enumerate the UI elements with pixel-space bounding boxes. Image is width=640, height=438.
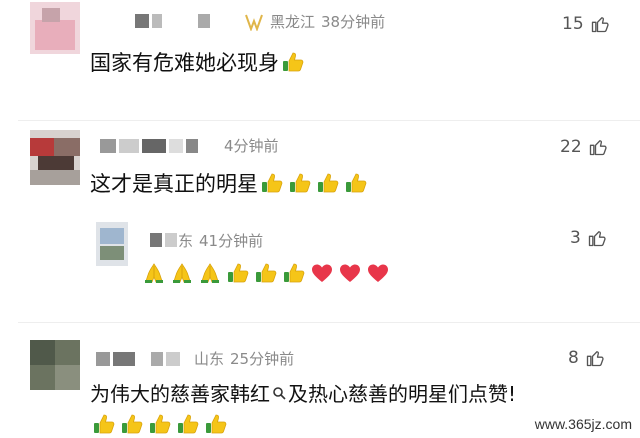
comment-meta: 东 41分钟前	[178, 230, 263, 251]
comment-1: 黑龙江 38分钟前 15 国家有危难她必现身	[0, 0, 640, 110]
like-button[interactable]: 8	[568, 348, 605, 368]
emoji-row	[142, 261, 390, 285]
timestamp: 4分钟前	[224, 137, 279, 155]
red-heart-icon	[338, 261, 362, 285]
thumbs-up-outline-icon	[586, 351, 604, 367]
thumbs-up-icon	[176, 412, 200, 436]
thumbs-up-outline-icon	[588, 231, 606, 247]
avatar[interactable]	[30, 130, 80, 185]
praying-hands-icon	[142, 261, 166, 285]
thumbs-up-icon	[204, 412, 228, 436]
thumbs-up-icon	[316, 171, 340, 195]
like-button[interactable]: 22	[560, 137, 608, 157]
comment-2: 4分钟前 22 这才是真正的明星 东 41分钟前 3	[0, 125, 640, 325]
thumbs-up-icon	[282, 261, 306, 285]
praying-hands-icon	[198, 261, 222, 285]
emoji-row	[260, 171, 368, 195]
watermark: www.365jz.com	[534, 416, 632, 432]
timestamp: 41分钟前	[199, 232, 264, 250]
location: 黑龙江	[270, 13, 316, 31]
thumbs-up-icon	[226, 261, 250, 285]
avatar[interactable]	[30, 340, 80, 390]
timestamp: 38分钟前	[321, 13, 386, 31]
thumbs-up-icon	[288, 171, 312, 195]
username-mosaic[interactable]	[100, 139, 198, 153]
thumbs-up-icon	[344, 171, 368, 195]
thumbs-up-icon	[254, 261, 278, 285]
thumbs-up-icon	[92, 412, 116, 436]
like-count: 22	[560, 137, 582, 157]
username-mosaic[interactable]	[150, 233, 177, 247]
like-button[interactable]: 15	[562, 14, 610, 34]
comment-text: 国家有危难她必现身	[90, 47, 305, 77]
red-heart-icon	[366, 261, 390, 285]
divider	[18, 120, 640, 121]
thumbs-up-icon	[260, 171, 284, 195]
comment-text: 这才是真正的明星	[90, 168, 368, 198]
like-count: 8	[568, 348, 579, 368]
badge-icon	[245, 14, 263, 31]
comment-meta: 山东 25分钟前	[194, 348, 294, 369]
praying-hands-icon	[170, 261, 194, 285]
search-icon[interactable]	[272, 386, 286, 400]
like-count: 3	[570, 228, 581, 248]
like-button[interactable]: 3	[570, 228, 607, 248]
username-mosaic[interactable]	[96, 352, 180, 366]
thumbs-up-icon	[281, 50, 305, 74]
like-count: 15	[562, 14, 584, 34]
reply-avatar[interactable]	[96, 222, 128, 266]
thumbs-up-icon	[148, 412, 172, 436]
comment-text: 为伟大的慈善家韩红 及热心慈善的明星们点赞!	[90, 382, 517, 406]
divider	[18, 322, 640, 323]
thumbs-up-icon	[120, 412, 144, 436]
timestamp: 25分钟前	[230, 350, 295, 368]
emoji-row	[92, 412, 228, 436]
comment-meta: 4分钟前	[224, 135, 279, 156]
thumbs-up-outline-icon	[591, 17, 609, 33]
location: 东	[178, 232, 194, 250]
location: 山东	[194, 350, 225, 368]
thumbs-up-outline-icon	[589, 140, 607, 156]
emoji-row	[281, 50, 305, 74]
comment-meta: 黑龙江 38分钟前	[244, 11, 385, 32]
red-heart-icon	[310, 261, 334, 285]
avatar[interactable]	[30, 2, 80, 54]
username-mosaic[interactable]	[135, 14, 210, 28]
